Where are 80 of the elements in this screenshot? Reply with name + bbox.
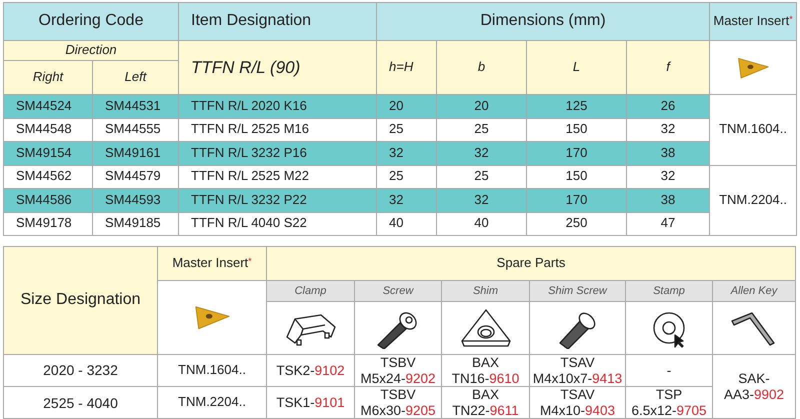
table-cell: 170 [526, 142, 627, 165]
column-header: Ordering Code [4, 2, 179, 40]
table-cell: TNM.2204.. [710, 165, 797, 236]
table-cell: SM49185 [92, 212, 179, 236]
column-header: Dimensions (mm) [376, 2, 710, 40]
table-cell: 26 [626, 94, 710, 118]
table-cell: 32 [436, 188, 527, 212]
table-cell: 25 [436, 118, 527, 142]
table-cell: TTFN R/L 3232 P22 [178, 188, 377, 212]
table-cell: 38 [626, 188, 710, 212]
table-cell: TTFN R/L 4040 S22 [178, 212, 377, 236]
table-cell: 32 [626, 118, 710, 142]
table-cell: 150 [526, 118, 627, 142]
table-cell: TTFN R/L 2020 K16 [178, 94, 377, 118]
table-cell: 25 [436, 165, 527, 188]
column-header: Size Designation [4, 246, 158, 354]
table-cell: TTFN R/L 3232 P16 [178, 142, 377, 165]
part-number: BAX TN16-9610 [442, 354, 530, 387]
part-number: TSAV M4x10x7-9413 [530, 354, 626, 387]
column-header: Master Insert* [158, 246, 266, 280]
table-cell: 20 [376, 94, 437, 118]
column-header: L [526, 40, 627, 94]
table-cell: SM44548 [4, 118, 92, 142]
part-number: TSBV M6x30-9205 [354, 386, 442, 419]
table-cell: 20 [436, 94, 527, 118]
part-number: TSBV M5x24-9202 [354, 354, 442, 387]
column-header: Left [92, 60, 179, 94]
part-number: TSAV M4x10-9403 [530, 386, 626, 419]
table-cell: 38 [626, 142, 710, 165]
part-number: SAK- AA3-9902 [712, 354, 796, 419]
column-header: Direction [4, 40, 179, 60]
table-cell: TNM.1604.. [710, 94, 797, 165]
table-cell: 40 [436, 212, 527, 236]
table-cell: SM49161 [92, 142, 179, 165]
table-cell: TTFN R/L 2525 M16 [178, 118, 377, 142]
column-header: Spare Parts [266, 246, 796, 280]
table-cell: SM44531 [92, 94, 179, 118]
table-cell: 25 [376, 118, 437, 142]
part-number: - [626, 354, 712, 387]
table-cell: 125 [526, 94, 627, 118]
table-cell: SM44555 [92, 118, 179, 142]
part-number: TSK2-9102 [266, 354, 354, 387]
part-number: BAX TN22-9611 [442, 386, 530, 419]
table-cell: 32 [626, 165, 710, 188]
table-cell: 40 [376, 212, 437, 236]
column-header: Right [4, 60, 92, 94]
column-header: Screw [354, 280, 442, 302]
table-cell: 2020 - 3232 [4, 354, 158, 387]
table-cell: 150 [526, 165, 627, 188]
column-header: Shim [442, 280, 530, 302]
table-cell: SM49178 [4, 212, 92, 236]
table-cell: 170 [526, 188, 627, 212]
table-cell: TTFN R/L 2525 M22 [178, 165, 377, 188]
table-cell: 250 [526, 212, 627, 236]
table-cell: TNM.2204.. [158, 386, 266, 419]
column-header: Allen Key [712, 280, 796, 302]
table-cell: SM44579 [92, 165, 179, 188]
column-header: f [626, 40, 710, 94]
table-cell: 32 [376, 188, 437, 212]
table-cell: 25 [376, 165, 437, 188]
table-cell: TNM.1604.. [158, 354, 266, 387]
table-cell: 32 [376, 142, 437, 165]
column-header: Shim Screw [530, 280, 626, 302]
part-number: TSK1-9101 [266, 386, 354, 419]
column-header: Item Designation [178, 2, 377, 40]
part-number: TSP 6.5x12-9705 [626, 386, 712, 419]
table-cell: 32 [436, 142, 527, 165]
column-header: h=H [376, 40, 437, 94]
column-header: Clamp [266, 280, 354, 302]
table-cell: SM44586 [4, 188, 92, 212]
table-cell: SM44524 [4, 94, 92, 118]
table-cell: SM49154 [4, 142, 92, 165]
table-cell: SM44562 [4, 165, 92, 188]
column-header: TTFN R/L (90) [178, 40, 377, 94]
column-header: Master Insert* [710, 2, 797, 40]
table-cell: 47 [626, 212, 710, 236]
column-header: b [436, 40, 527, 94]
column-header: Stamp [626, 280, 712, 302]
table-cell: SM44593 [92, 188, 179, 212]
table-cell: 2525 - 4040 [4, 386, 158, 419]
